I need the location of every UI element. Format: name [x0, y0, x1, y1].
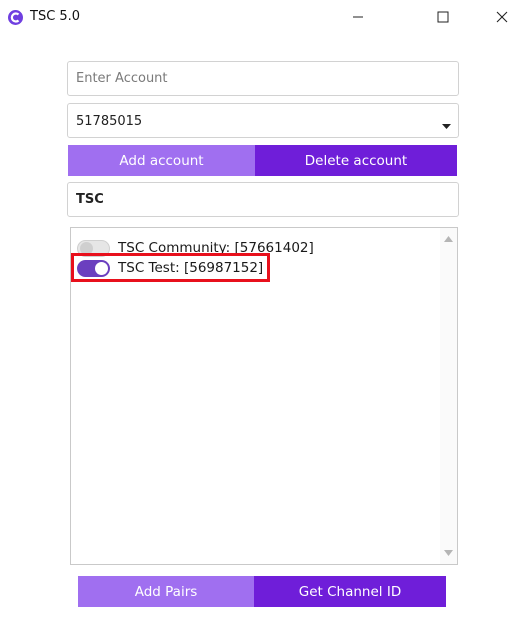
channel-label: TSC Test: [56987152]: [118, 260, 264, 276]
account-input[interactable]: [68, 62, 458, 95]
filter-input[interactable]: [68, 183, 458, 216]
chevron-down-icon[interactable]: [442, 124, 451, 129]
account-field[interactable]: [67, 61, 459, 96]
channel-toggle[interactable]: [77, 259, 110, 277]
maximize-icon: [437, 11, 449, 23]
get-channel-id-button[interactable]: Get Channel ID: [254, 576, 446, 607]
filter-field[interactable]: [67, 182, 459, 217]
window-title: TSC 5.0: [30, 9, 81, 24]
app-logo-icon: [8, 10, 23, 25]
toggle-knob: [95, 261, 108, 275]
close-icon: [496, 11, 508, 23]
account-select-value: 51785015: [76, 114, 143, 129]
account-actions: Add account Delete account: [68, 145, 457, 176]
toggle-knob: [80, 241, 93, 255]
add-pairs-button[interactable]: Add Pairs: [78, 576, 254, 607]
add-account-button[interactable]: Add account: [68, 145, 255, 176]
channel-list[interactable]: TSC Community: [57661402] TSC Test: [569…: [70, 227, 458, 565]
list-item[interactable]: TSC Community: [57661402]: [77, 239, 314, 257]
title-bar: TSC 5.0: [0, 0, 527, 34]
channel-toggle[interactable]: [77, 239, 110, 257]
minimize-button[interactable]: [333, 0, 383, 34]
delete-account-button[interactable]: Delete account: [255, 145, 457, 176]
scroll-up-arrow-icon[interactable]: [444, 236, 453, 242]
channel-actions: Add Pairs Get Channel ID: [78, 576, 446, 607]
channel-label: TSC Community: [57661402]: [118, 240, 314, 256]
scrollbar[interactable]: [440, 228, 457, 564]
account-select[interactable]: 51785015: [67, 103, 459, 138]
scroll-down-arrow-icon[interactable]: [444, 550, 453, 556]
close-button[interactable]: [477, 0, 527, 34]
minimize-icon: [353, 16, 363, 18]
list-item[interactable]: TSC Test: [56987152]: [77, 259, 263, 277]
maximize-button[interactable]: [418, 0, 468, 34]
